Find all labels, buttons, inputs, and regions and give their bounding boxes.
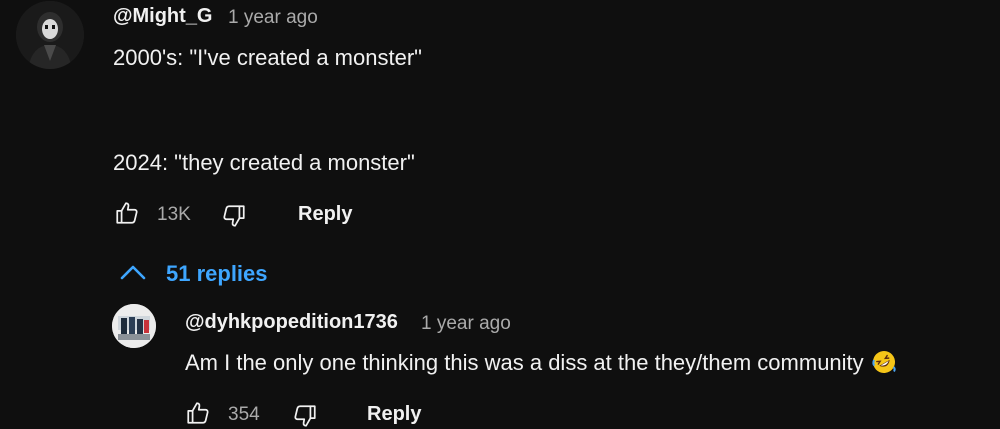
thumbs-up-icon — [114, 200, 140, 226]
reply-like-count: 354 — [228, 404, 260, 425]
thumbs-down-icon — [292, 403, 318, 429]
comment-text-line-2: 2024: "they created a monster" — [113, 150, 415, 175]
like-count: 13K — [157, 204, 191, 225]
replies-count-label: 51 replies — [166, 261, 268, 286]
avatar[interactable] — [16, 1, 84, 69]
reply-dislike-button[interactable] — [292, 403, 318, 429]
reply-timestamp[interactable]: 1 year ago — [421, 313, 511, 335]
comment-author[interactable]: @Might_G — [113, 5, 213, 28]
dislike-button[interactable] — [221, 203, 247, 229]
comment-timestamp[interactable]: 1 year ago — [228, 7, 318, 29]
reply-button[interactable]: Reply — [298, 203, 352, 226]
reply-reply-button[interactable]: Reply — [367, 403, 421, 426]
reply-author[interactable]: @dyhkpopedition1736 — [185, 311, 398, 334]
rolling-on-floor-laughing-emoji — [872, 350, 896, 374]
chevron-up-icon — [118, 263, 148, 286]
thumbs-up-icon — [185, 400, 211, 426]
thumbs-down-icon — [221, 203, 247, 229]
reply-avatar[interactable] — [112, 304, 156, 348]
replies-toggle[interactable]: 51 replies — [118, 258, 268, 290]
reply-text-body: Am I the only one thinking this was a di… — [185, 350, 864, 375]
comment-text-line-1: 2000's: "I've created a monster" — [113, 45, 422, 70]
reply-like-button[interactable] — [185, 400, 211, 426]
like-button[interactable] — [114, 200, 140, 226]
reply-text: Am I the only one thinking this was a di… — [185, 350, 896, 376]
